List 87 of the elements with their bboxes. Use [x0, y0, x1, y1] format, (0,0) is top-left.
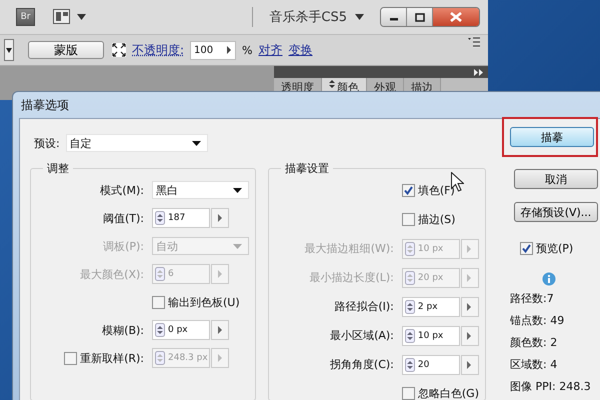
triangle-icon — [467, 302, 472, 310]
group-title: 调整 — [46, 161, 70, 176]
minimize-button[interactable] — [381, 8, 407, 26]
triangle-icon — [218, 326, 222, 334]
dialog-button[interactable]: 存储预设(V)... — [514, 202, 598, 222]
checkbox-label[interactable]: 预览(P) — [520, 241, 574, 256]
caret-icon — [233, 188, 242, 192]
dropdown[interactable]: 黑白 — [152, 181, 249, 199]
panel-link[interactable]: 变换 — [288, 42, 312, 58]
checkbox[interactable] — [402, 213, 415, 226]
field-label: 最小描边长度(L): — [309, 270, 394, 285]
field-label: 最小区域(A): — [330, 328, 394, 343]
slider-popup-button[interactable] — [211, 208, 229, 228]
stepper-icon[interactable] — [404, 300, 415, 314]
caret-icon — [192, 140, 201, 146]
triangle-icon — [218, 214, 222, 222]
caret-icon[interactable] — [355, 14, 364, 20]
slider-popup-button[interactable] — [211, 264, 229, 284]
checkbox[interactable] — [152, 296, 165, 308]
close-button[interactable] — [433, 8, 479, 26]
dropdown-button[interactable] — [4, 39, 14, 61]
opacity-field[interactable]: 100 — [190, 40, 236, 60]
group-title: 描摹设置 — [284, 161, 330, 176]
field-label: 模式(M): — [100, 182, 144, 198]
triangle-icon — [218, 354, 222, 362]
slider-popup-button[interactable] — [460, 354, 479, 374]
maximize-icon — [414, 12, 424, 22]
triangle-icon — [218, 270, 222, 278]
number-field[interactable]: 2 px — [402, 296, 460, 316]
field-label: 调板(P): — [103, 238, 144, 254]
stepper-icon[interactable] — [155, 211, 165, 225]
field-label: 最大颜色(X): — [80, 266, 144, 282]
dialog-button[interactable]: 描摹 — [510, 127, 594, 147]
dialog-title: 描摹选项 — [20, 97, 69, 114]
stepper-icon[interactable] — [404, 328, 415, 342]
number-field[interactable]: 20 — [402, 354, 460, 374]
close-icon — [450, 12, 462, 22]
stepper-icon[interactable] — [155, 323, 165, 337]
slider-popup-button[interactable] — [460, 326, 479, 346]
workspace-switcher[interactable]: 音乐杀手CS5 — [269, 8, 347, 26]
slider-popup-button[interactable] — [211, 348, 229, 368]
field-label: 模糊(B): — [102, 322, 144, 338]
slider-popup-button[interactable] — [460, 238, 479, 258]
field-label: 路径拟合(I): — [334, 299, 394, 314]
collapse-icon[interactable] — [474, 68, 484, 76]
triangle-icon[interactable] — [226, 46, 232, 54]
stat-text: 锚点数: 49 — [510, 314, 564, 328]
caret-icon — [233, 244, 242, 248]
triangle-icon — [467, 244, 472, 252]
opacity-link[interactable]: 不透明度: — [132, 42, 184, 58]
fit-icon[interactable] — [112, 43, 126, 57]
checkbox-label[interactable]: 描边(S) — [402, 212, 479, 227]
maximize-button[interactable] — [407, 8, 433, 26]
dialog-button[interactable]: 取消 — [514, 169, 598, 189]
panel-menu-icon[interactable] — [468, 37, 480, 47]
triangle-icon — [467, 274, 472, 282]
caret-icon — [6, 46, 12, 54]
preset-label: 预设: — [34, 136, 60, 150]
sort-arrows-icon — [329, 80, 335, 88]
number-field[interactable]: 10 px — [402, 326, 460, 346]
stat-text: 区域数: 4 — [510, 358, 558, 372]
checkbox-label[interactable]: 忽略白色(G) — [402, 386, 479, 400]
info-icon[interactable] — [542, 272, 556, 286]
field-label: 最大描边粗细(W): — [304, 241, 394, 256]
slider-popup-button[interactable] — [460, 268, 479, 288]
number-field[interactable]: 0 px — [152, 320, 210, 340]
slider-popup-button[interactable] — [211, 320, 229, 340]
checkbox[interactable] — [402, 184, 415, 197]
bridge-button[interactable]: Br — [16, 8, 35, 26]
number-field[interactable]: 187 — [152, 208, 210, 228]
slider-popup-button[interactable] — [460, 296, 479, 316]
stat-text: 颜色数: 2 — [510, 336, 558, 350]
percent-sign: % — [242, 44, 252, 56]
field-label: 拐角角度(C): — [330, 357, 394, 372]
checkbox[interactable] — [402, 387, 415, 400]
triangle-icon — [467, 360, 472, 368]
stat-text: 路径数:7 — [510, 292, 554, 306]
stat-text: 图像 PPI: 248.3 — [510, 380, 591, 394]
checkbox[interactable] — [520, 242, 533, 255]
layout-icon[interactable] — [53, 9, 87, 25]
stepper-icon[interactable] — [404, 358, 415, 372]
checkbox-label[interactable]: 输出到色板(U) — [152, 294, 249, 310]
mask-button[interactable]: 蒙版 — [28, 41, 104, 59]
triangle-icon — [467, 332, 472, 340]
preset-dropdown[interactable]: 自定 — [66, 134, 208, 152]
panel-link[interactable]: 对齐 — [258, 42, 282, 58]
field-label: 阈值(T): — [102, 210, 144, 226]
